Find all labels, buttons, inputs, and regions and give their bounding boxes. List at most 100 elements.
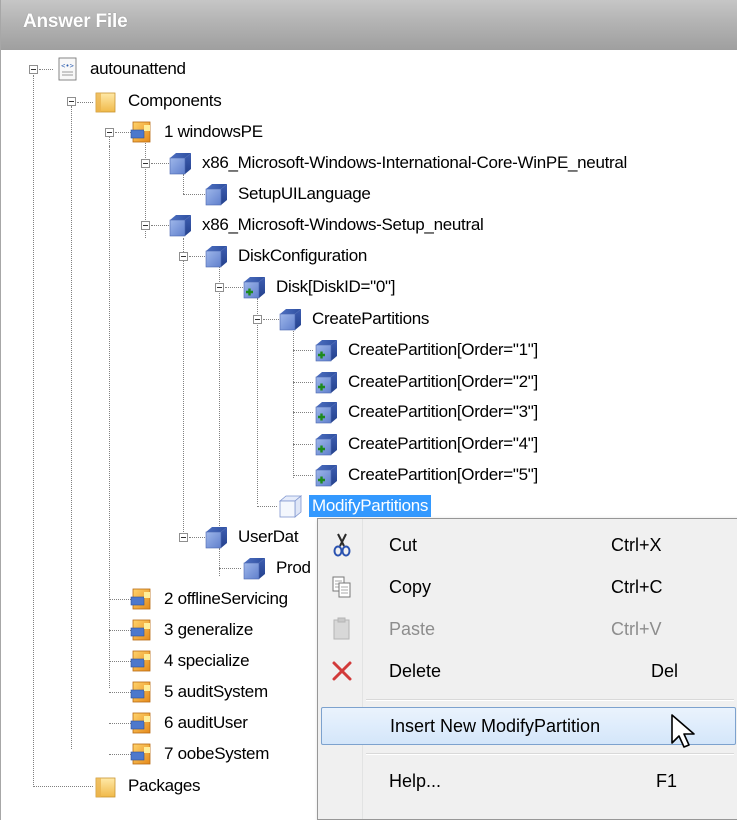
mouse-pointer-icon (671, 714, 695, 748)
tree-node-label: CreatePartition[Order="1"] (348, 340, 538, 359)
tree-node-label: 7 oobeSystem (164, 744, 270, 763)
tree-guide-line (109, 723, 131, 724)
tree-guide-line (109, 754, 131, 755)
delete-x-icon (332, 661, 352, 681)
tree-guide-line (183, 194, 205, 195)
tree-guide-line (71, 132, 72, 749)
component-icon (277, 306, 303, 332)
tree-guide-line (257, 506, 277, 507)
tree-guide-line (293, 475, 313, 476)
tree-node-label: x86_Microsoft-Windows-Setup_neutral (202, 215, 484, 234)
tree-guide-line (183, 238, 184, 536)
config-pass-icon (129, 586, 155, 612)
tree-node-label: CreatePartition[Order="5"] (348, 465, 538, 484)
menu-item-delete[interactable]: Delete Del (321, 653, 736, 691)
tree-guide-line (109, 692, 131, 693)
component-icon (203, 243, 229, 269)
tree-guide-line (39, 69, 53, 70)
collapse-toggle[interactable] (179, 252, 188, 261)
tree-node-label-selected: ModifyPartitions (309, 495, 432, 517)
tree-guide-line (71, 106, 72, 132)
menu-item-help[interactable]: Help... F1 (321, 763, 736, 801)
tree-node-label: CreatePartition[Order="3"] (348, 402, 538, 421)
tree-guide-line (33, 75, 34, 787)
menu-item-paste[interactable]: Paste Ctrl+V (321, 611, 736, 649)
config-pass-icon (129, 710, 155, 736)
collapse-toggle[interactable] (29, 65, 38, 74)
folder-icon (93, 88, 119, 114)
tree-node-label: CreatePartitions (312, 309, 430, 328)
collapse-toggle[interactable] (179, 533, 188, 542)
collapse-toggle[interactable] (67, 97, 76, 106)
menu-item-shortcut: F1 (656, 771, 678, 791)
menu-item-shortcut: Ctrl+V (611, 619, 662, 639)
list-item-component-icon (313, 462, 339, 488)
menu-item-cut[interactable]: Cut Ctrl+X (321, 527, 736, 565)
panel-title: Answer File (23, 11, 128, 32)
tree-guide-line (109, 630, 131, 631)
collapse-toggle[interactable] (215, 283, 224, 292)
menu-item-copy[interactable]: Copy Ctrl+C (321, 569, 736, 607)
tree-node-label: UserDat (238, 527, 299, 546)
menu-item-shortcut: Ctrl+X (611, 535, 662, 555)
tree-guide-line (109, 146, 110, 688)
list-item-component-icon (313, 337, 339, 363)
tree-guide-line (219, 548, 220, 576)
menu-item-shortcut: Ctrl+C (611, 577, 663, 597)
tree-node-label: 5 auditSystem (164, 682, 268, 701)
tree-guide-line (293, 444, 313, 445)
list-item-component-icon (313, 399, 339, 425)
tree-node-label: CreatePartition[Order="4"] (348, 434, 538, 453)
tree-guide-line (293, 412, 313, 413)
collapse-toggle[interactable] (141, 221, 150, 230)
config-pass-icon (129, 648, 155, 674)
tree-node-label: Components (128, 91, 222, 110)
collapse-toggle[interactable] (253, 315, 262, 324)
paste-icon (333, 617, 350, 640)
tree-node-label: 4 specialize (164, 651, 250, 670)
menu-item-label: Insert New ModifyPartition (390, 716, 601, 736)
menu-item-shortcut: Del (651, 661, 679, 681)
config-pass-icon (129, 679, 155, 705)
tree-node-label: autounattend (90, 59, 186, 78)
tree-guide-line (219, 266, 220, 552)
config-pass-icon (129, 741, 155, 767)
tree-guide-line (219, 568, 241, 569)
tree-node-label: Packages (128, 776, 201, 795)
component-icon (167, 212, 193, 238)
tree-guide-line (293, 382, 313, 383)
scissors-icon (333, 533, 351, 557)
tree-guide-line (183, 174, 184, 194)
tree-guide-line (109, 599, 131, 600)
answer-file-icon (55, 56, 81, 82)
tree-node-label: Prod (276, 558, 311, 577)
tree-guide-line (77, 102, 93, 103)
menu-separator (366, 753, 734, 755)
empty-component-icon (277, 493, 303, 519)
tree-node-label: 2 offlineServicing (164, 589, 288, 608)
component-icon (203, 524, 229, 550)
tree-guide-line (33, 786, 93, 787)
tree-node-label: x86_Microsoft-Windows-International-Core… (202, 153, 628, 172)
tree-node-label: Disk[DiskID="0"] (276, 277, 396, 296)
collapse-toggle[interactable] (105, 128, 114, 137)
tree-node-label: 6 auditUser (164, 713, 248, 732)
panel-header: Answer File (1, 0, 737, 50)
copy-icon (332, 576, 351, 598)
answer-file-panel: Answer File autounattend Components 1 wi… (0, 0, 737, 820)
menu-item-label: Cut (389, 535, 418, 555)
list-item-component-icon (313, 369, 339, 395)
tree-guide-line (257, 298, 258, 504)
tree-guide-line (109, 661, 131, 662)
config-pass-icon (129, 617, 155, 643)
config-pass-icon (129, 119, 155, 145)
menu-item-label: Help... (389, 771, 442, 791)
menu-item-label: Paste (389, 619, 436, 639)
list-item-component-icon (241, 274, 267, 300)
collapse-toggle[interactable] (141, 159, 150, 168)
component-icon (203, 181, 229, 207)
menu-item-label: Copy (389, 577, 432, 597)
context-menu: Cut Ctrl+X Copy Ctrl+C Paste Ctrl+V Dele… (317, 518, 737, 820)
list-item-component-icon (313, 431, 339, 457)
menu-separator (366, 699, 734, 701)
